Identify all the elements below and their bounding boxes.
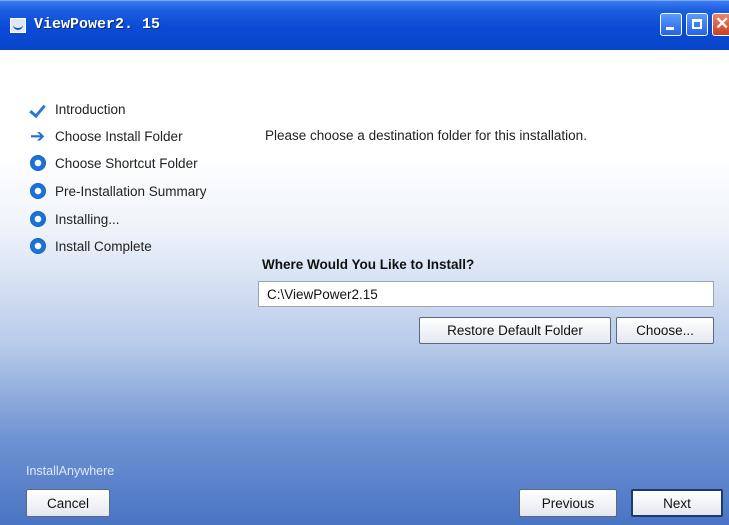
previous-button[interactable]: Previous [519,489,617,517]
cancel-button[interactable]: Cancel [26,489,110,517]
install-location-label: Where Would You Like to Install? [262,257,475,272]
title-bar[interactable]: ViewPower2. 15 ✕ [0,0,729,50]
radio-dot-icon [30,155,46,171]
restore-default-folder-button[interactable]: Restore Default Folder [419,317,611,344]
maximize-button[interactable] [686,13,708,36]
choose-folder-button[interactable]: Choose... [616,317,714,344]
step-label: Introduction [55,102,126,117]
step-label: Choose Shortcut Folder [55,156,198,171]
radio-dot-icon [30,238,46,254]
close-icon: ✕ [715,14,729,33]
install-path-input[interactable]: C:\ViewPower2.15 [258,281,714,307]
minimize-button[interactable] [660,13,682,36]
step-label: Choose Install Folder [55,129,183,144]
radio-dot-icon [30,211,46,227]
next-button[interactable]: Next [631,489,723,517]
step-label: Pre-Installation Summary [55,184,207,199]
instruction-text: Please choose a destination folder for t… [265,128,587,143]
close-button[interactable]: ✕ [712,13,729,36]
window-title: ViewPower2. 15 [34,16,161,33]
arrow-right-icon: ➔ [30,126,46,146]
step-label: Installing... [55,212,120,227]
checkmark-icon [30,101,46,117]
installanywhere-brand: InstallAnywhere [26,464,115,478]
step-label: Install Complete [55,239,152,254]
radio-dot-icon [30,183,46,199]
app-icon [10,18,26,33]
